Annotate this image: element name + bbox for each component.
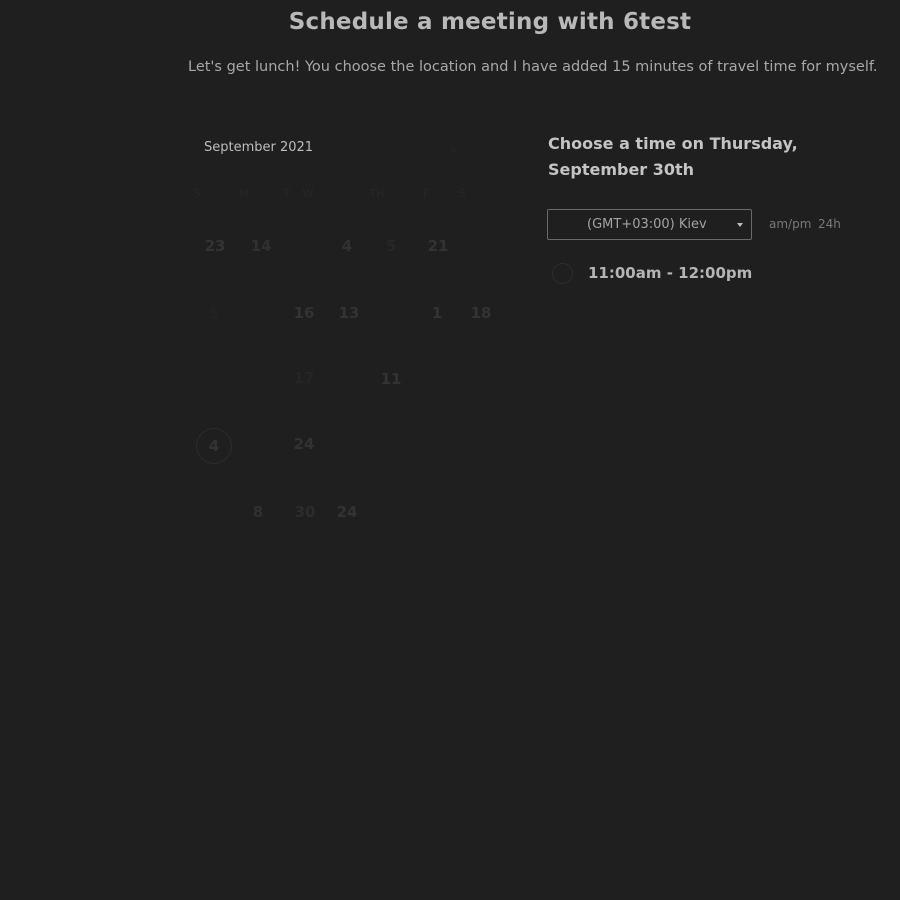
calendar-day[interactable]: 8 xyxy=(240,500,276,524)
calendar-day[interactable]: 13 xyxy=(331,301,367,325)
calendar-day[interactable]: 5 xyxy=(196,301,232,325)
calendar-day[interactable]: 1 xyxy=(419,301,455,325)
time-slot-label[interactable]: 11:00am - 12:00pm xyxy=(588,264,752,282)
calendar-day[interactable]: 18 xyxy=(463,301,499,325)
caret-down-icon xyxy=(737,223,743,227)
timezone-select[interactable]: (GMT+03:00) Kiev xyxy=(547,209,752,240)
calendar-day[interactable]: 5 xyxy=(373,234,409,258)
selected-calendar-day[interactable]: 4 xyxy=(196,428,232,464)
calendar-day[interactable]: 30 xyxy=(287,500,323,524)
timezone-value: (GMT+03:00) Kiev xyxy=(587,217,707,232)
next-month-icon[interactable]: » xyxy=(449,142,458,158)
weekday-label: W xyxy=(302,187,314,200)
time-slot-radio[interactable] xyxy=(552,263,573,284)
calendar-weekday-row: S M T W TH F S xyxy=(0,187,520,203)
calendar-month-label: September 2021 xyxy=(204,140,314,155)
calendar-day[interactable]: 16 xyxy=(286,301,322,325)
weekday-label: TH xyxy=(369,187,385,200)
weekday-label: M xyxy=(239,187,249,200)
time-panel-heading: Choose a time on Thursday, September 30t… xyxy=(548,134,798,179)
ampm-toggle[interactable]: am/pm xyxy=(769,217,811,231)
24h-toggle[interactable]: 24h xyxy=(818,217,841,231)
calendar-day[interactable]: 23 xyxy=(197,234,233,258)
calendar-day[interactable]: 24 xyxy=(286,432,322,456)
weekday-label: S xyxy=(458,187,466,200)
calendar-day[interactable]: 4 xyxy=(329,234,365,258)
calendar-day[interactable]: 24 xyxy=(329,500,365,524)
weekday-label: S xyxy=(193,187,201,200)
calendar-day[interactable]: 11 xyxy=(373,367,409,391)
calendar-day[interactable]: 17 xyxy=(286,366,322,390)
page-title: Schedule a meeting with 6test xyxy=(288,9,692,35)
calendar-day[interactable]: 14 xyxy=(243,234,279,258)
calendar-day[interactable]: 21 xyxy=(420,234,456,258)
page-subtitle: Let's get lunch! You choose the location… xyxy=(188,59,878,75)
weekday-label: F xyxy=(422,187,430,200)
